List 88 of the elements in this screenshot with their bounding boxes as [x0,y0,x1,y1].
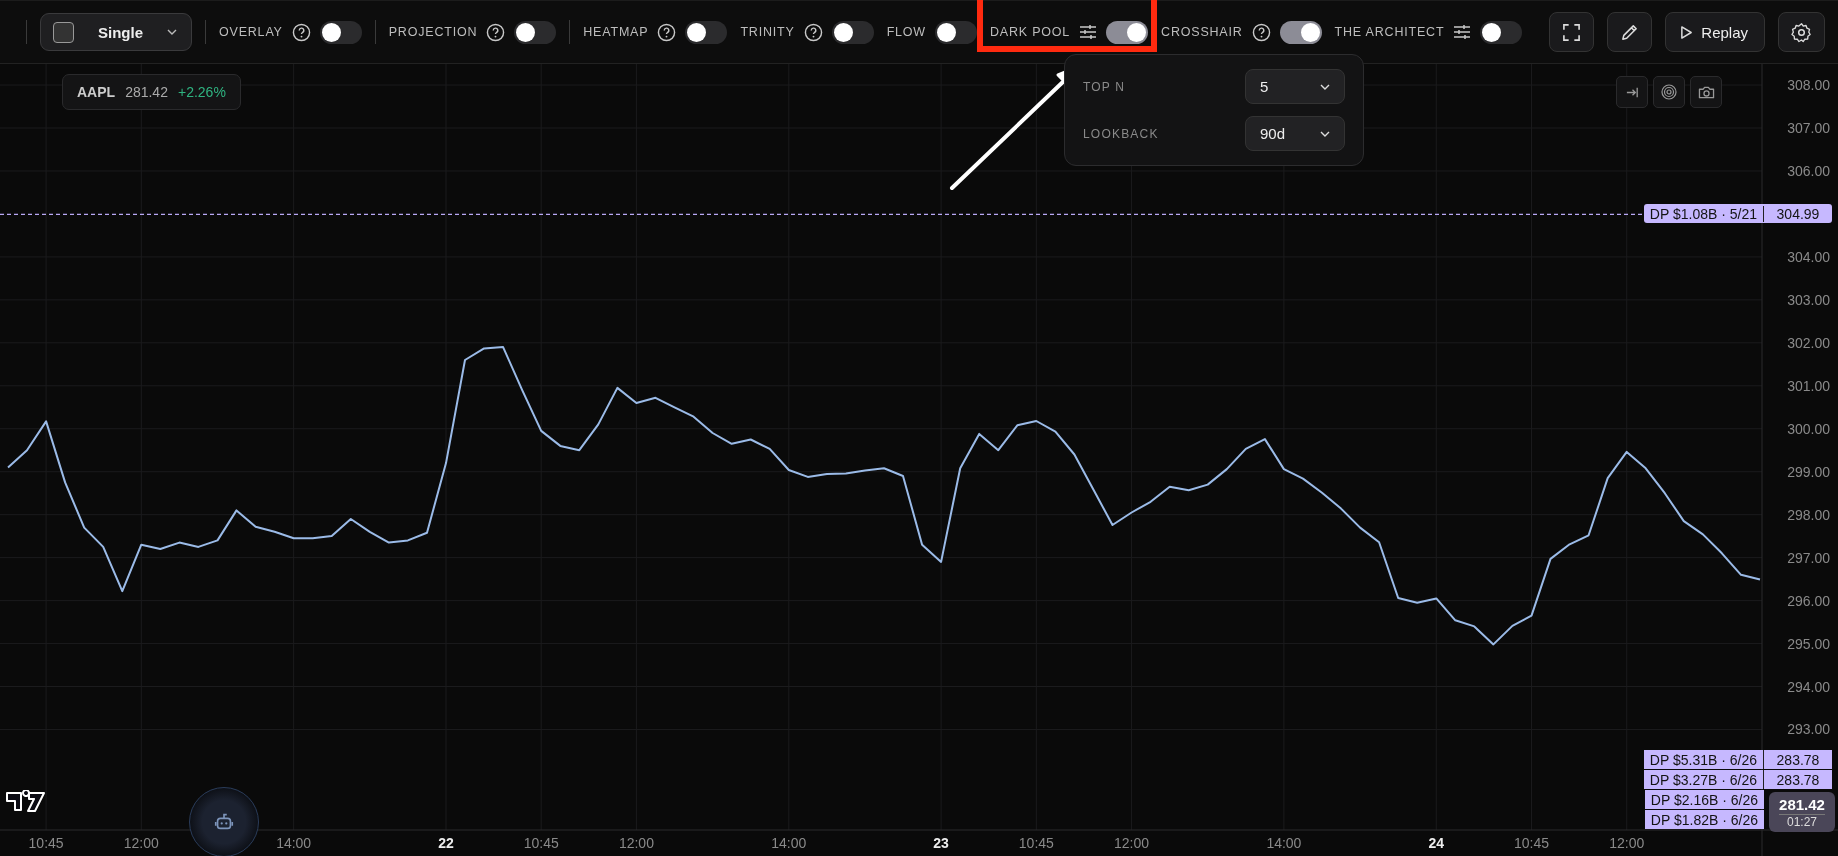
help-icon[interactable] [291,22,311,42]
time-axis-label: 12:00 [1609,835,1645,851]
dark-pool-tag-text: DP $1.82B · 6/26 [1644,810,1764,829]
dark-pool-tag-price: 283.78 [1763,770,1832,789]
toggle-switch[interactable] [934,20,977,44]
toggle-switch[interactable] [514,20,557,44]
toggle-switch[interactable] [319,20,362,44]
bar-countdown: 01:27 [1787,814,1817,829]
dark-pool-tag-price: 283.78 [1763,750,1832,769]
setting-dropdown[interactable]: 90d [1245,116,1345,151]
price-axis-label: 301.00 [1787,377,1830,394]
price-axis-label: 304.00 [1787,248,1830,265]
square-icon [53,21,74,43]
sliders-icon[interactable] [1453,24,1472,40]
dark-pool-tag-text: DP $3.27B · 6/26 [1643,770,1763,789]
time-axis-label: 14:00 [771,835,807,851]
settings-button[interactable] [1778,12,1825,52]
toggle-label: CROSSHAIR [1161,25,1243,39]
draw-button[interactable] [1607,12,1653,52]
toggle-switch[interactable] [685,20,728,44]
help-icon[interactable] [803,22,823,42]
fullscreen-button[interactable] [1549,12,1595,52]
target-icon [1661,84,1677,100]
time-axis-label: 10:45 [1513,835,1549,851]
sliders-icon[interactable] [1079,24,1098,40]
play-icon [1680,24,1694,40]
fullscreen-icon [1562,22,1582,42]
ticker-price: 281.42 [125,84,168,100]
price-axis-label: 296.00 [1787,592,1830,609]
help-icon[interactable] [486,22,506,42]
setting-label: TOP N [1083,79,1126,94]
time-axis-label: 12:00 [618,835,654,851]
time-axis-label: 10:45 [28,835,64,851]
price-axis-label: 302.00 [1787,334,1830,351]
toggle-switch[interactable] [1106,20,1149,44]
toggle-switch[interactable] [1279,20,1322,44]
time-axis-label: 24 [1428,835,1445,851]
jump-to-end-button[interactable] [1616,76,1648,108]
time-axis-label: 10:45 [523,835,559,851]
price-axis-label: 306.00 [1787,162,1830,179]
price-axis-label: 303.00 [1787,291,1830,308]
dark-pool-tag-price: 304.99 [1763,205,1832,222]
logo-icon [5,790,47,814]
price-axis-label: 308.00 [1787,77,1830,94]
price-axis-label: 294.00 [1787,678,1830,695]
replay-button[interactable]: Replay [1665,12,1765,52]
chevron-down-icon [167,29,177,35]
price-axis-label: 299.00 [1787,463,1830,480]
toggle-label: OVERLAY [219,25,283,39]
camera-icon [1697,84,1715,100]
dark-pool-tag-text: DP $2.16B · 6/26 [1644,790,1764,809]
toggle-label: FLOW [886,25,926,39]
ticker-symbol: AAPL [77,84,116,100]
settings-icon [1791,21,1812,43]
time-axis-label: 12:00 [1114,835,1150,851]
toggle-switch[interactable] [831,20,874,44]
help-icon[interactable] [1251,22,1271,42]
price-axis-label: 307.00 [1787,120,1830,136]
current-price: 281.42 [1779,795,1825,815]
toggle-label: DARK POOL [989,25,1071,39]
toggle-label: TRINITY [740,25,795,39]
price-axis-label: 300.00 [1787,420,1830,437]
setting-dropdown[interactable]: 5 [1245,69,1345,104]
time-axis-label: 12:00 [123,835,159,851]
ticker-change: +2.26% [177,84,226,100]
chevron-down-icon [1320,83,1330,90]
time-axis-label: 14:00 [1266,835,1302,851]
toggle-label: PROJECTION [388,25,478,39]
time-axis-label: 23 [933,835,949,851]
price-axis-label: 298.00 [1787,506,1830,523]
time-axis-label: 14:00 [276,835,312,851]
target-button[interactable] [1653,76,1685,108]
toggle-switch[interactable] [1480,20,1523,44]
dark-pool-tag-text: DP $5.31B · 6/26 [1643,750,1763,769]
toggle-label: HEATMAP [583,25,649,39]
price-axis-label: 293.00 [1787,721,1830,738]
price-axis-label: 295.00 [1787,635,1830,652]
pencil-icon [1620,22,1640,42]
screenshot-button[interactable] [1690,76,1722,108]
chevron-down-icon [1320,130,1330,137]
dark-pool-tag-text: DP $1.08B · 5/21 [1648,205,1758,222]
price-axis-label: 297.00 [1787,549,1830,566]
help-icon[interactable] [657,22,677,42]
layout-dropdown[interactable]: Single [40,13,192,51]
time-axis-label: 22 [438,835,454,851]
setting-label: LOOKBACK [1083,126,1159,141]
toggle-label: THE ARCHITECT [1334,25,1445,39]
time-axis-label: 10:45 [1018,835,1054,851]
